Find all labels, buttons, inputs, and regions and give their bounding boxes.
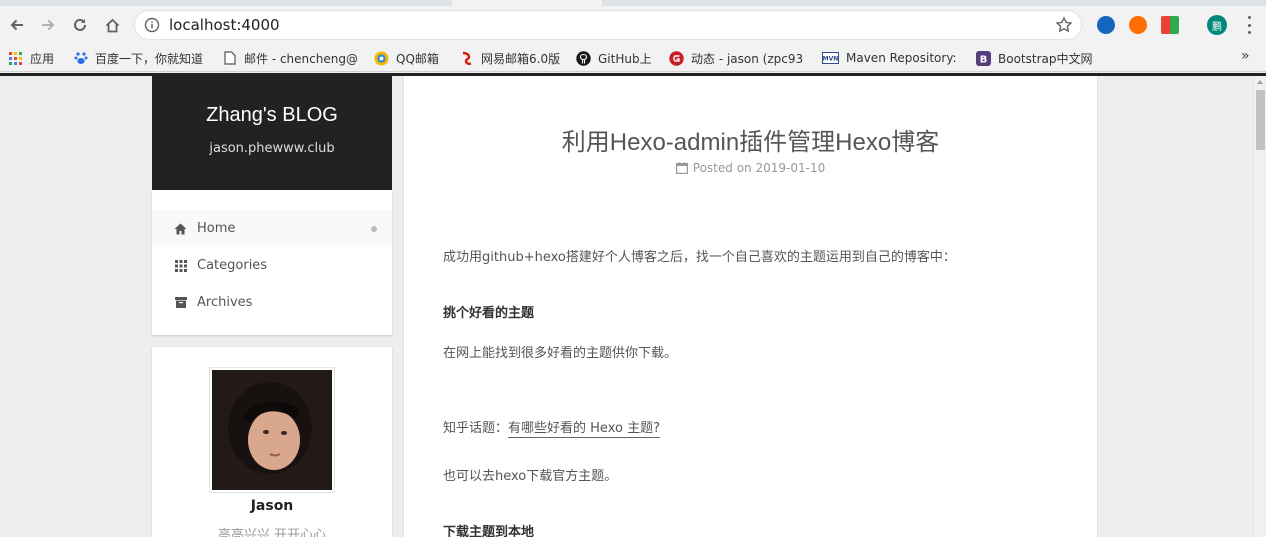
bookmark-label: Bootstrap中文网 [998,51,1093,66]
post-paragraph-official: 也可以去hexo下载官方主题。 [443,469,618,484]
bookmark-label: 应用 [30,51,55,66]
calendar-icon [675,162,688,174]
home-outline-icon [105,18,119,32]
post-paragraph-intro: 成功用github+hexo搭建好个人博客之后，找一个自己喜欢的主题运用到自己的… [443,250,956,265]
home-icon [174,222,187,235]
author-motto: 高高兴兴 开开心心 [217,528,327,537]
extension-download-icon[interactable] [1161,16,1179,34]
post-title[interactable]: 利用Hexo-admin插件管理Hexo博客 [404,122,1097,157]
bookmark-label: 动态 - jason (zpc93 [691,51,804,66]
maven-icon: MVN [822,51,839,66]
bookmark-netease[interactable]: 网易邮箱6.0版 [459,49,567,67]
reload-icon [74,18,86,31]
bookmark-bootstrap[interactable]: B Bootstrap中文网 [976,49,1096,67]
th-grid-icon [174,259,187,272]
reload-button[interactable] [67,12,93,38]
forward-arrow-icon [42,19,55,31]
bookmark-apps[interactable]: 应用 [8,49,63,67]
back-arrow-icon [10,19,23,31]
scroll-up-arrow-icon[interactable] [1257,80,1263,84]
profile-initial: 鹏 [1212,21,1222,33]
menu-item-label: Archives [197,295,253,310]
bookmark-gitee[interactable]: 动态 - jason (zpc93 [669,49,809,67]
site-title[interactable]: Zhang's BLOG [152,76,392,127]
bookmark-label: Maven Repository: [846,51,957,65]
post-meta: Posted on 2019-01-10 [404,161,1097,175]
author-card: Jason 高高兴兴 开开心心 [152,347,392,537]
svg-text:MVN: MVN [823,56,839,63]
site-sidebar: Zhang's BLOG jason.phewww.club Home Cate… [152,76,392,335]
url-text[interactable]: localhost:4000 [169,16,280,34]
baidu-paw-icon [73,51,88,66]
bookmark-label: 网易邮箱6.0版 [481,51,561,66]
author-name: Jason [250,498,294,514]
menu-item-archives[interactable]: Archives [152,284,392,321]
post-date: 2019-01-10 [755,161,826,175]
svg-text:B: B [980,54,988,65]
zhihu-link[interactable]: 有哪些好看的 Hexo 主题? [508,421,660,438]
active-indicator-dot [371,226,377,232]
info-icon[interactable] [144,17,160,33]
bootstrap-icon: B [976,50,991,66]
bookmark-qqmail[interactable]: QQ邮箱 [374,49,449,67]
menu-item-label: Home [197,221,236,236]
archive-box-icon [174,296,187,309]
extension-orange-icon[interactable] [1129,16,1147,34]
site-menu: Home Categories Archives [152,190,392,335]
post-heading-download: 下载主题到本地 [443,525,535,537]
bookmark-label: 邮件 - chencheng@ [244,51,358,66]
github-icon [576,50,591,66]
bookmark-label: 百度一下，你就知道 [95,51,204,66]
browser-menu-button[interactable] [1246,16,1252,34]
bookmarks-overflow-button[interactable]: » [1241,48,1250,64]
post-heading-theme: 挑个好看的主题 [443,306,535,321]
menu-item-home[interactable]: Home [152,210,392,247]
netease-mail-icon [459,51,474,66]
bookmark-label: GitHub上 [598,51,652,66]
bookmark-label: QQ邮箱 [396,51,439,66]
forward-button[interactable] [35,12,61,38]
browser-toolbar: localhost:4000 鹏 [0,6,1266,44]
bookmarks-bar: 应用 百度一下，你就知道 邮件 - chencheng@ QQ邮箱 网易邮箱6.… [0,44,1266,72]
home-button[interactable] [99,12,125,38]
post-article: 利用Hexo-admin插件管理Hexo博客 Posted on 2019-01… [404,76,1097,537]
menu-item-label: Categories [197,258,268,273]
menu-item-categories[interactable]: Categories [152,247,392,284]
post-paragraph-find-themes: 在网上能找到很多好看的主题供你下载。 [443,346,678,361]
document-icon [222,51,237,66]
gitee-icon [669,50,684,66]
qq-mail-icon [374,51,389,66]
site-subtitle: jason.phewww.club [209,141,335,156]
address-bar[interactable]: localhost:4000 [134,10,1082,40]
profile-avatar[interactable]: 鹏 [1207,15,1227,35]
bookmark-mail[interactable]: 邮件 - chencheng@ [222,49,362,67]
bookmark-github[interactable]: GitHub上 [576,49,658,67]
bookmark-star-icon[interactable] [1055,16,1073,34]
back-button[interactable] [4,12,30,38]
post-meta-label: Posted on [692,161,752,175]
bookmark-maven[interactable]: MVN Maven Repository: [822,49,960,67]
author-avatar [210,368,334,492]
scrollbar-thumb[interactable] [1256,90,1265,150]
site-brand: Zhang's BLOG jason.phewww.club [152,76,392,190]
bookmark-baidu[interactable]: 百度一下，你就知道 [73,49,213,67]
apps-grid-icon [8,51,23,66]
zhihu-label: 知乎话题： [443,421,509,436]
post-paragraph-zhihu: 知乎话题：有哪些好看的 Hexo 主题? [443,417,660,438]
extension-blue-icon[interactable] [1097,16,1115,34]
page-scrollbar[interactable] [1253,76,1266,537]
